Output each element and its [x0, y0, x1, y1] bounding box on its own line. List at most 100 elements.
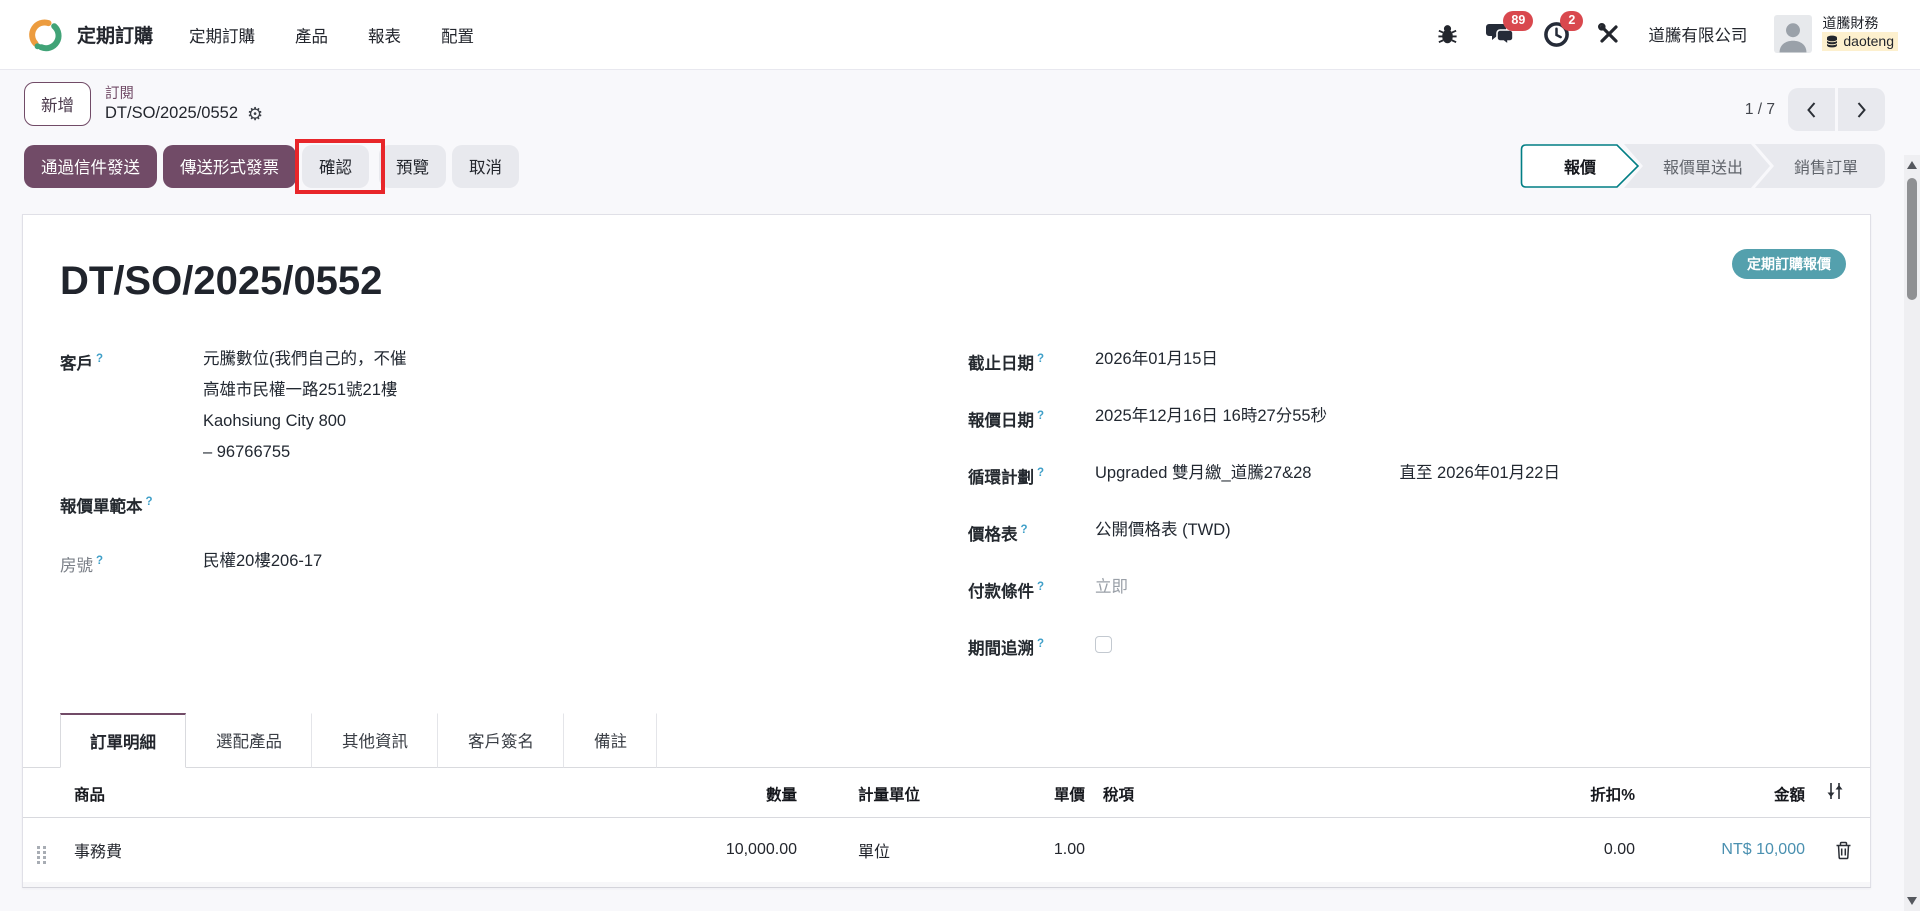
tab-other-info[interactable]: 其他資訊: [312, 713, 438, 768]
quantity-column-header: 數量: [569, 768, 807, 818]
customer-label: 客戶?: [60, 344, 203, 468]
backdate-checkbox[interactable]: [1095, 636, 1112, 653]
stage-quotation-sent[interactable]: 報價單送出: [1624, 144, 1770, 188]
recurring-plan-until[interactable]: 直至 2026年01月22日: [1399, 458, 1560, 494]
avatar: [1774, 15, 1812, 53]
tab-order-lines[interactable]: 訂單明細: [60, 713, 186, 768]
send-by-email-button[interactable]: 通過信件發送: [24, 145, 157, 188]
debug-bug-icon[interactable]: [1436, 23, 1459, 46]
pricelist-field: 價格表? 公開價格表 (TWD): [968, 515, 1832, 551]
database-name: daoteng: [1843, 32, 1894, 50]
pricelist-value[interactable]: 公開價格表 (TWD): [1095, 515, 1231, 551]
stage-sales-order[interactable]: 銷售訂單: [1755, 144, 1885, 188]
taxes-column-header: 稅項: [1095, 768, 1553, 818]
recurring-plan-field: 循環計劃? Upgraded 雙月繳_道騰27&28 直至 2026年01月22…: [968, 458, 1832, 494]
customer-value[interactable]: 元騰數位(我們自己的，不催 高雄市民權一路251號21樓 Kaohsiung C…: [203, 344, 407, 468]
help-icon: ?: [1021, 524, 1028, 536]
recurring-plan-value[interactable]: Upgraded 雙月繳_道騰27&28: [1095, 458, 1311, 494]
new-button[interactable]: 新增: [24, 82, 91, 126]
room-value[interactable]: 民權20樓206-17: [203, 546, 322, 582]
payment-terms-field: 付款條件? 立即: [968, 572, 1832, 608]
send-proforma-button[interactable]: 傳送形式發票: [163, 145, 296, 188]
company-switcher[interactable]: 道騰有限公司: [1648, 22, 1747, 46]
cell-product[interactable]: 事務費: [59, 818, 569, 883]
handle-column-header: [23, 768, 59, 818]
breadcrumb-parent-link[interactable]: 訂閱: [105, 82, 263, 103]
messages-icon[interactable]: 89: [1486, 21, 1516, 47]
order-lines-table: 商品 數量 計量單位 單價 稅項 折扣% 金額 事務費: [23, 768, 1871, 888]
messages-badge: 89: [1503, 11, 1533, 31]
help-icon: ?: [146, 496, 153, 508]
app-logo-icon[interactable]: [26, 16, 64, 54]
tab-notes[interactable]: 備註: [564, 713, 657, 768]
cell-amount: NT$ 10,000: [1645, 818, 1815, 883]
help-icon: ?: [96, 353, 103, 365]
quotation-date-field: 報價日期? 2025年12月16日 16時27分55秒: [968, 401, 1832, 437]
tab-customer-signature[interactable]: 客戶簽名: [438, 713, 564, 768]
database-badge: daoteng: [1822, 32, 1898, 50]
uom-column-header: 計量單位: [807, 768, 953, 818]
help-icon: ?: [1037, 353, 1044, 365]
top-navbar: 定期訂購 定期訂購 產品 報表 配置 89 2: [0, 0, 1920, 70]
cell-quantity[interactable]: 10,000.00: [569, 818, 807, 883]
help-icon: ?: [1037, 410, 1044, 422]
app-name[interactable]: 定期訂購: [77, 21, 153, 48]
gear-icon[interactable]: ⚙: [247, 105, 263, 123]
discount-column-header: 折扣%: [1553, 768, 1645, 818]
quotation-template-field[interactable]: 報價單範本?: [60, 487, 968, 523]
room-label: 房號?: [60, 546, 203, 582]
drag-handle[interactable]: [37, 846, 46, 864]
activities-clock-icon[interactable]: 2: [1543, 21, 1570, 48]
cell-discount[interactable]: 0.00: [1553, 818, 1645, 883]
help-icon: ?: [1037, 638, 1044, 650]
quotation-date-value[interactable]: 2025年12月16日 16時27分55秒: [1095, 401, 1327, 437]
pager-next-button[interactable]: [1838, 88, 1885, 131]
nav-item-products[interactable]: 產品: [295, 23, 328, 47]
confirm-button[interactable]: 確認: [302, 145, 369, 188]
subscription-state-badge: 定期訂購報價: [1732, 249, 1846, 279]
statusbar: 報價 報價單送出 銷售訂單: [1520, 144, 1885, 188]
help-icon: ?: [96, 555, 103, 567]
nav-item-configuration[interactable]: 配置: [441, 23, 474, 47]
tab-optional-products[interactable]: 選配產品: [186, 713, 312, 768]
table-header-row: 商品 數量 計量單位 單價 稅項 折扣% 金額: [23, 768, 1871, 818]
chevron-left-icon: [1806, 101, 1817, 119]
room-field: 房號? 民權20樓206-17: [60, 546, 968, 582]
order-reference-title[interactable]: DT/SO/2025/0552: [60, 259, 1832, 304]
optional-columns-button[interactable]: [1815, 768, 1871, 818]
stage-quotation[interactable]: 報價: [1520, 144, 1640, 188]
order-note-row[interactable]: 1 2 3: [23, 882, 1871, 888]
vertical-scrollbar[interactable]: [1904, 155, 1920, 911]
breadcrumb: 訂閱 DT/SO/2025/0552 ⚙: [105, 82, 263, 123]
pager-previous-button[interactable]: [1788, 88, 1835, 131]
notebook-tabs: 訂單明細 選配產品 其他資訊 客戶簽名 備註: [23, 713, 1870, 768]
tools-icon[interactable]: [1597, 22, 1621, 46]
expiration-value[interactable]: 2026年01月15日: [1095, 344, 1218, 380]
amount-column-header: 金額: [1645, 768, 1815, 818]
product-column-header: 商品: [59, 768, 569, 818]
scroll-up-arrow[interactable]: [1907, 161, 1917, 169]
unit-price-column-header: 單價: [953, 768, 1095, 818]
cell-note[interactable]: 1 2 3: [59, 882, 1815, 888]
sliders-icon: [1825, 782, 1845, 800]
cell-unit-price[interactable]: 1.00: [953, 818, 1095, 883]
scroll-down-arrow[interactable]: [1907, 897, 1917, 905]
help-icon: ?: [1037, 581, 1044, 593]
cell-uom[interactable]: 單位: [807, 818, 953, 883]
delete-line-button[interactable]: [1825, 841, 1862, 860]
payment-terms-value[interactable]: 立即: [1095, 572, 1128, 608]
user-menu[interactable]: 道騰財務 daoteng: [1774, 14, 1898, 55]
backdate-field: 期間追溯?: [968, 629, 1832, 665]
expiration-field: 截止日期? 2026年01月15日: [968, 344, 1832, 380]
pager-count: 1 / 7: [1745, 101, 1775, 119]
nav-item-subscriptions[interactable]: 定期訂購: [189, 23, 255, 47]
trash-icon: [1835, 841, 1852, 860]
quotation-date-label: 報價日期?: [968, 401, 1095, 437]
preview-button[interactable]: 預覽: [379, 145, 446, 188]
control-panel: 新增 訂閱 DT/SO/2025/0552 ⚙ 1 / 7 通過信件發送 傳送形…: [0, 70, 1920, 188]
scrollbar-thumb[interactable]: [1907, 178, 1917, 300]
order-line-row[interactable]: 事務費 10,000.00 單位 1.00 0.00 NT$ 10,000: [23, 818, 1871, 883]
cancel-button[interactable]: 取消: [452, 145, 519, 188]
cell-taxes[interactable]: [1095, 818, 1553, 883]
nav-item-reporting[interactable]: 報表: [368, 23, 401, 47]
